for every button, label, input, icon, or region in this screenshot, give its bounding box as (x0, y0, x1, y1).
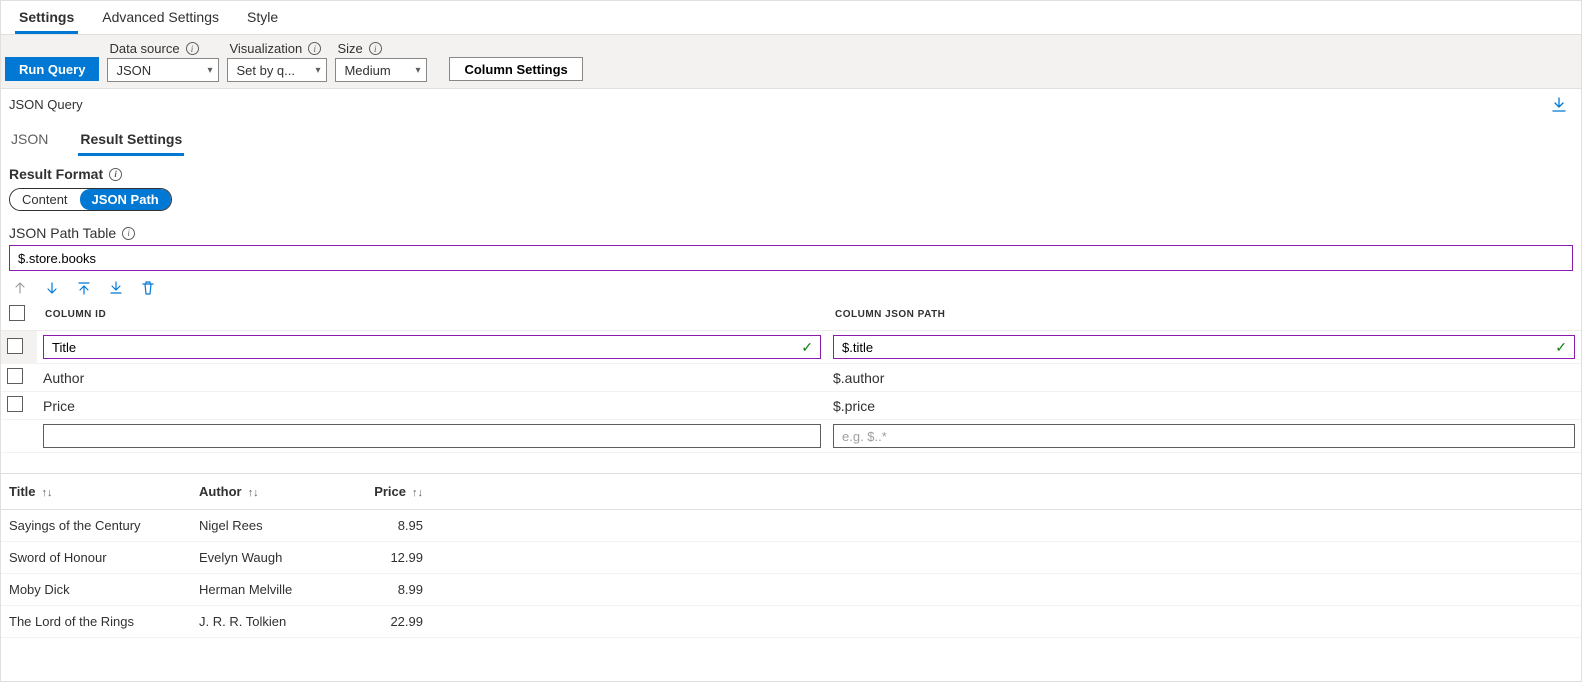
data-source-label: Data source (109, 41, 179, 56)
cell-price: 12.99 (351, 542, 431, 574)
cell-price: 8.99 (351, 574, 431, 606)
cell-author: J. R. R. Tolkien (191, 606, 351, 638)
column-id-input[interactable] (43, 335, 821, 359)
cell-title: Sword of Honour (1, 542, 191, 574)
download-icon[interactable] (1551, 97, 1567, 113)
cell-title: Moby Dick (1, 574, 191, 606)
tab-advanced-settings[interactable]: Advanced Settings (98, 7, 223, 34)
size-label: Size (337, 41, 362, 56)
pill-json-path[interactable]: JSON Path (80, 189, 171, 210)
column-row: Price $.price (1, 392, 1581, 420)
chevron-down-icon: ▾ (315, 65, 320, 76)
pill-content[interactable]: Content (10, 189, 80, 210)
visualization-label: Visualization (229, 41, 302, 56)
info-icon[interactable]: i (186, 42, 199, 55)
move-down-icon[interactable] (45, 281, 59, 295)
column-settings-button[interactable]: Column Settings (449, 57, 582, 81)
row-checkbox[interactable] (7, 338, 23, 354)
result-format-toggle: Content JSON Path (9, 188, 172, 211)
new-column-id-input[interactable] (43, 424, 821, 448)
select-all-checkbox[interactable] (9, 305, 25, 321)
result-format-label: Result Format (9, 166, 103, 182)
column-path-value[interactable]: $.author (827, 364, 1581, 392)
move-top-icon[interactable] (77, 281, 91, 295)
chevron-down-icon: ▾ (415, 65, 420, 76)
sort-icon: ↑↓ (412, 487, 423, 499)
json-path-table-input[interactable] (9, 245, 1573, 271)
column-row: Author $.author (1, 364, 1581, 392)
column-row-new (1, 420, 1581, 453)
tab-style[interactable]: Style (243, 7, 282, 34)
cell-author: Herman Melville (191, 574, 351, 606)
cell-author: Evelyn Waugh (191, 542, 351, 574)
sort-icon: ↑↓ (248, 487, 259, 499)
new-column-path-input[interactable] (833, 424, 1575, 448)
move-bottom-icon[interactable] (109, 281, 123, 295)
cell-title: The Lord of the Rings (1, 606, 191, 638)
table-row: The Lord of the Rings J. R. R. Tolkien 2… (1, 606, 1581, 638)
info-icon[interactable]: i (122, 227, 135, 240)
results-header-price[interactable]: Price↑↓ (351, 474, 431, 510)
visualization-dropdown[interactable]: Set by q... ▾ (227, 58, 327, 82)
move-up-icon (13, 281, 27, 295)
results-header-title[interactable]: Title↑↓ (1, 474, 191, 510)
table-row: Sword of Honour Evelyn Waugh 12.99 (1, 542, 1581, 574)
column-id-header: COLUMN ID (37, 299, 827, 331)
column-json-path-header: COLUMN JSON PATH (827, 299, 1581, 331)
info-icon[interactable]: i (109, 168, 122, 181)
table-row: Moby Dick Herman Melville 8.99 (1, 574, 1581, 606)
table-row: Sayings of the Century Nigel Rees 8.95 (1, 510, 1581, 542)
size-dropdown[interactable]: Medium ▾ (335, 58, 427, 82)
column-path-value[interactable]: $.price (827, 392, 1581, 420)
cell-price: 22.99 (351, 606, 431, 638)
column-path-input[interactable] (833, 335, 1575, 359)
column-row: ✓ ✓ (1, 331, 1581, 364)
results-header-author[interactable]: Author↑↓ (191, 474, 351, 510)
delete-icon[interactable] (141, 281, 155, 295)
cell-author: Nigel Rees (191, 510, 351, 542)
row-checkbox[interactable] (7, 368, 23, 384)
cell-title: Sayings of the Century (1, 510, 191, 542)
data-source-value: JSON (116, 63, 151, 78)
json-query-label: JSON Query (9, 97, 83, 113)
column-id-value[interactable]: Price (37, 392, 827, 420)
info-icon[interactable]: i (369, 42, 382, 55)
row-checkbox[interactable] (7, 396, 23, 412)
data-source-dropdown[interactable]: JSON ▾ (107, 58, 219, 82)
tab-settings[interactable]: Settings (15, 7, 78, 34)
subtab-result-settings[interactable]: Result Settings (78, 129, 184, 156)
chevron-down-icon: ▾ (207, 65, 212, 76)
visualization-value: Set by q... (236, 63, 295, 78)
column-id-value[interactable]: Author (37, 364, 827, 392)
cell-price: 8.95 (351, 510, 431, 542)
size-value: Medium (344, 63, 390, 78)
info-icon[interactable]: i (308, 42, 321, 55)
json-path-table-label: JSON Path Table (9, 225, 116, 241)
sort-icon: ↑↓ (42, 487, 53, 499)
subtab-json[interactable]: JSON (9, 129, 50, 156)
run-query-button[interactable]: Run Query (5, 57, 99, 81)
